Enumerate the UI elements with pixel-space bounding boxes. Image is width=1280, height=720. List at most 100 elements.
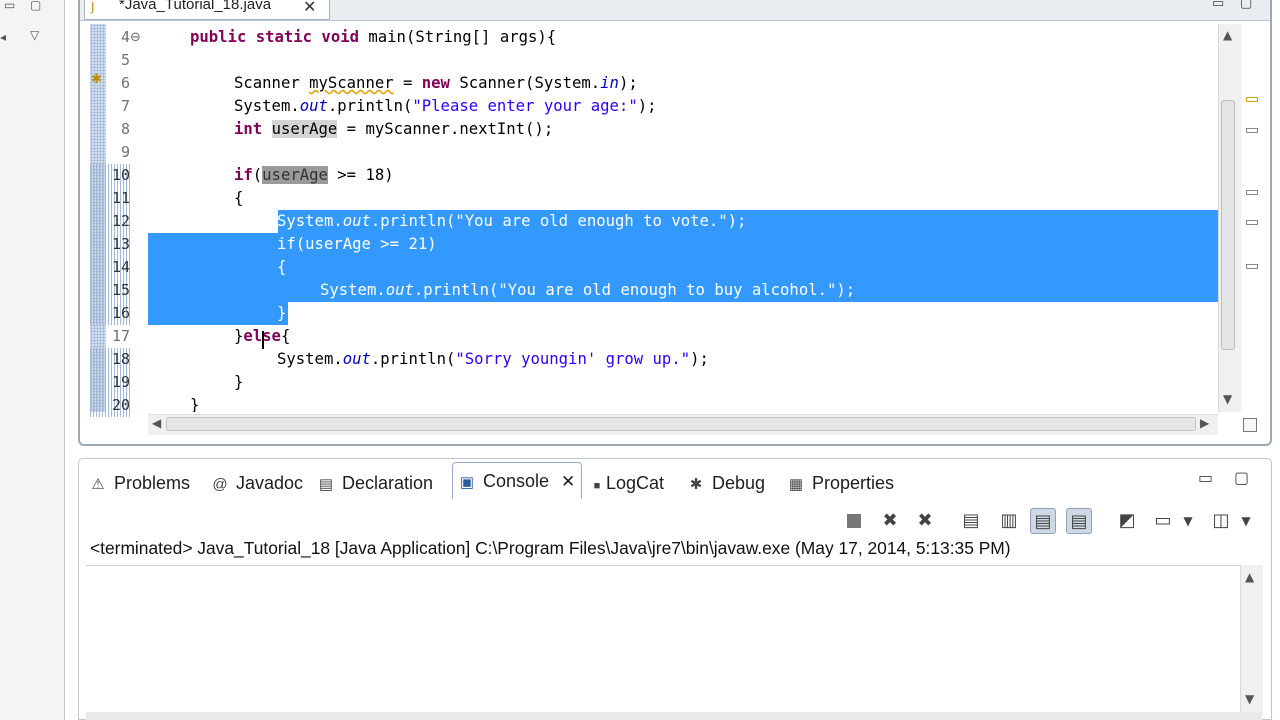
overview-ruler-marker[interactable]	[1246, 190, 1258, 195]
properties-icon: ▦	[788, 476, 804, 493]
chevron-down-icon[interactable]: ▼	[1178, 508, 1198, 534]
code-line-20: }	[190, 396, 200, 412]
code-text: );	[690, 350, 709, 368]
scroll-down-arrow-icon[interactable]: ▼	[1245, 692, 1254, 706]
code-text: = myScanner.nextInt();	[337, 120, 554, 138]
code-text: (userAge >= 21)	[295, 235, 437, 253]
chevron-down-icon[interactable]: ▼	[1236, 508, 1256, 534]
keyword: if	[277, 235, 296, 253]
line-number: 14	[90, 256, 130, 279]
line-number: 10	[90, 164, 130, 187]
editor-tab-label: *Java_Tutorial_18.java	[119, 0, 272, 13]
code-line-4: public static void main(String[] args){	[190, 26, 556, 49]
maximize-icon[interactable]: ▢	[30, 0, 41, 12]
line-number: 9	[120, 143, 130, 161]
fold-collapse-icon[interactable]: ⊖	[130, 26, 141, 49]
warning-squiggle: myScanner	[309, 74, 394, 92]
overview-ruler-warning-marker[interactable]	[1246, 97, 1258, 102]
editor-hscroll-thumb[interactable]	[166, 417, 1196, 431]
code-text: System.	[234, 97, 300, 115]
declaration-icon: ▤	[318, 476, 334, 493]
maximize-icon[interactable]: ▢	[1234, 468, 1249, 487]
occurrence-highlight: userAge	[262, 166, 328, 184]
code-line-7: System.out.println("Please enter your ag…	[234, 95, 657, 118]
collapse-icon[interactable]: ◂	[0, 30, 6, 44]
code-text: );	[637, 97, 657, 115]
code-text: );	[727, 212, 747, 230]
scroll-up-arrow-icon[interactable]: ▲	[1223, 28, 1232, 42]
tab-declaration[interactable]: ▤ Declaration	[316, 470, 433, 496]
code-text: {	[280, 327, 291, 345]
line-number: 11	[90, 187, 130, 210]
line-number: 17	[111, 327, 130, 345]
editor-scroll-thumb[interactable]	[1221, 100, 1235, 350]
code-text: System.	[320, 281, 386, 299]
console-output-area[interactable]	[86, 565, 1240, 716]
line-number: 4	[120, 28, 130, 46]
resize-corner-icon	[1243, 418, 1257, 432]
clear-console-button[interactable]: ▤	[958, 508, 984, 534]
keyword: if	[234, 166, 253, 184]
line-number: 5	[120, 51, 130, 69]
remove-launch-button[interactable]: ✖	[877, 508, 903, 534]
code-text: System.	[277, 350, 343, 368]
close-icon[interactable]: ✕	[561, 472, 575, 491]
tab-console[interactable]: ▣ Console ✕	[452, 462, 583, 499]
tab-logcat[interactable]: ■ LogCat	[592, 470, 664, 496]
minimize-icon[interactable]: ▭	[1212, 0, 1224, 11]
code-text: Scanner(System.	[449, 74, 601, 92]
tab-debug[interactable]: ✱ Debug	[686, 470, 765, 496]
overview-ruler-marker[interactable]	[1246, 264, 1258, 269]
code-text: );	[836, 281, 856, 299]
static-field: out	[342, 350, 371, 368]
remove-all-terminated-button[interactable]: ✖	[912, 508, 938, 534]
minimize-icon[interactable]: ▭	[1198, 468, 1213, 487]
code-text: =	[393, 74, 422, 92]
at-sign-icon: @	[212, 476, 228, 493]
tab-javadoc[interactable]: @ Javadoc	[210, 470, 303, 496]
tab-properties[interactable]: ▦ Properties	[786, 470, 894, 496]
tab-label: Properties	[812, 473, 895, 493]
maximize-icon[interactable]: ▢	[1240, 0, 1252, 11]
overview-ruler-marker[interactable]	[1246, 128, 1258, 133]
open-console-button[interactable]: ◫	[1208, 508, 1234, 534]
tab-problems[interactable]: ⚠ Problems	[88, 470, 190, 496]
scroll-lock-button[interactable]: ▥	[996, 508, 1022, 534]
tab-label: Javadoc	[236, 473, 304, 493]
string-literal: "Sorry youngin' grow up."	[455, 350, 691, 368]
scroll-down-arrow-icon[interactable]: ▼	[1223, 392, 1232, 406]
pin-console-button[interactable]: ◩	[1114, 508, 1140, 534]
static-field: out	[385, 281, 414, 299]
code-line-13: if(userAge >= 21)	[277, 233, 437, 256]
terminate-button[interactable]	[841, 508, 867, 534]
console-icon: ▣	[459, 474, 475, 491]
code-line-6: Scanner myScanner = new Scanner(System.i…	[234, 72, 638, 95]
show-on-stderr-button[interactable]: ▤	[1066, 508, 1092, 534]
view-menu-chevron-down-icon[interactable]: ▽	[30, 28, 39, 42]
static-field: out	[299, 97, 328, 115]
console-horizontal-scrollbar[interactable]	[86, 712, 1262, 720]
keyword: new	[421, 74, 450, 92]
line-number: 12	[90, 210, 130, 233]
editor-tab-java-tutorial-18[interactable]: J *Java_Tutorial_18.java ✕	[84, 0, 330, 20]
scroll-left-arrow-icon[interactable]: ◀	[152, 416, 161, 430]
code-editor[interactable]: public static void main(String[] args){ …	[148, 26, 1218, 412]
code-text: );	[618, 74, 638, 92]
line-number: 6	[120, 74, 130, 92]
line-number: 7	[120, 97, 130, 115]
code-line-18: System.out.println("Sorry youngin' grow …	[277, 348, 709, 371]
code-line-19: }	[234, 373, 244, 391]
show-on-stdout-button[interactable]: ▤	[1030, 508, 1056, 534]
code-line-11: {	[234, 189, 244, 207]
display-selected-console-button[interactable]: ▭	[1150, 508, 1176, 534]
code-text: >= 18)	[327, 166, 394, 184]
static-field: in	[600, 74, 619, 92]
scroll-up-arrow-icon[interactable]: ▲	[1245, 570, 1254, 584]
scroll-right-arrow-icon[interactable]: ▶	[1200, 416, 1209, 430]
logcat-icon: ■	[593, 480, 601, 492]
code-line-14: {	[277, 258, 287, 276]
close-icon[interactable]: ✕	[303, 0, 316, 16]
console-status-line: <terminated> Java_Tutorial_18 [Java Appl…	[90, 538, 1011, 558]
overview-ruler-marker[interactable]	[1246, 220, 1258, 225]
minimize-icon[interactable]: ▭	[4, 0, 15, 12]
